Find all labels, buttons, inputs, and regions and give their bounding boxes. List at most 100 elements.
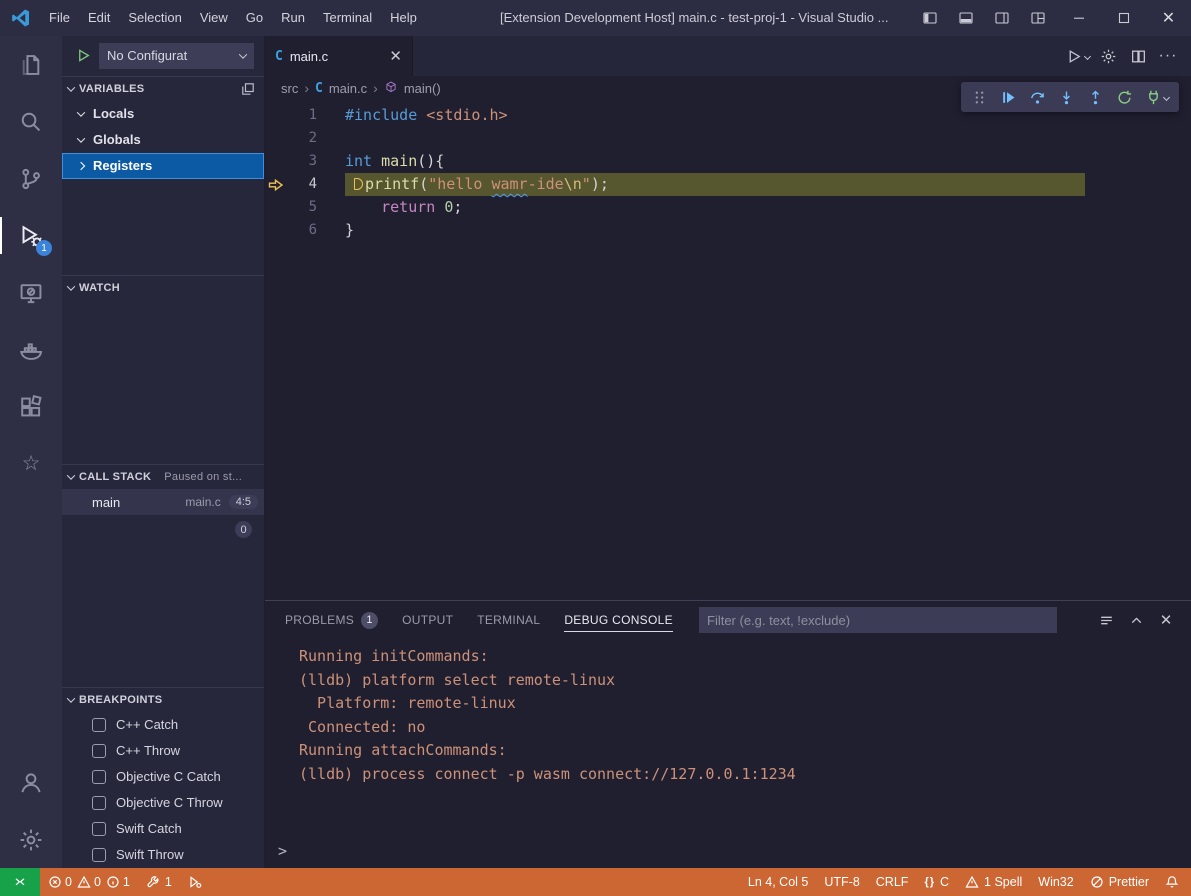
restart-button[interactable]	[1110, 83, 1138, 111]
variables-section-header[interactable]: VARIABLES	[62, 77, 264, 101]
spell-checker-status[interactable]: 1 Spell	[957, 868, 1030, 896]
settings-button[interactable]	[0, 811, 62, 868]
code-line[interactable]: 2	[265, 127, 1191, 150]
call-stack-section-header[interactable]: CALL STACK Paused on st...	[62, 465, 264, 489]
activity-source-control[interactable]	[0, 150, 62, 207]
breakpoint-item[interactable]: Objective C Catch	[62, 764, 264, 790]
toggle-secondary-sidebar-button[interactable]	[984, 0, 1020, 36]
activity-star-extension[interactable]: ☆	[0, 435, 62, 492]
menu-go[interactable]: Go	[237, 0, 272, 36]
step-out-button[interactable]	[1081, 83, 1109, 111]
tab-close-icon[interactable]: ✕	[389, 47, 402, 65]
inline-breakpoint-marker[interactable]	[354, 178, 363, 190]
more-actions-button[interactable]: ···	[1155, 43, 1181, 69]
panel-tab-label: OUTPUT	[402, 613, 453, 627]
editor-settings-button[interactable]	[1095, 43, 1121, 69]
breadcrumb-file[interactable]: main.c	[329, 81, 367, 96]
minimize-button[interactable]	[1056, 0, 1101, 36]
menu-selection[interactable]: Selection	[119, 0, 190, 36]
breakpoint-label: Objective C Throw	[116, 795, 223, 810]
activity-extensions[interactable]	[0, 378, 62, 435]
breakpoints-section-header[interactable]: BREAKPOINTS	[62, 688, 264, 712]
debug-console-output[interactable]: Running initCommands:(lldb) platform sel…	[265, 639, 1191, 868]
call-stack-frame[interactable]: main main.c 4:5	[62, 489, 264, 515]
accounts-button[interactable]	[0, 754, 62, 811]
activity-docker[interactable]	[0, 321, 62, 378]
notifications-bell[interactable]	[1157, 868, 1191, 896]
breakpoint-item[interactable]: C++ Catch	[62, 712, 264, 738]
toolbar-drag-handle[interactable]	[965, 83, 993, 111]
breakpoint-checkbox[interactable]	[92, 848, 106, 862]
encoding-selector[interactable]: UTF-8	[816, 868, 867, 896]
variables-item-registers[interactable]: Registers	[62, 153, 264, 179]
tab-main-c[interactable]: C main.c ✕	[265, 36, 413, 76]
breakpoint-checkbox[interactable]	[92, 822, 106, 836]
split-editor-button[interactable]	[1125, 43, 1151, 69]
console-input-prompt[interactable]: >	[278, 842, 287, 860]
remote-indicator[interactable]	[0, 868, 40, 896]
watch-section-header[interactable]: WATCH	[62, 276, 264, 300]
breakpoint-item[interactable]: Objective C Throw	[62, 790, 264, 816]
disconnect-button[interactable]	[1139, 83, 1175, 111]
variables-item-locals[interactable]: Locals	[62, 101, 264, 127]
close-panel-button[interactable]: ✕	[1153, 607, 1179, 633]
breakpoint-checkbox[interactable]	[92, 718, 106, 732]
breakpoint-checkbox[interactable]	[92, 796, 106, 810]
panel-tab-debug-console[interactable]: DEBUG CONSOLE	[564, 601, 673, 639]
step-over-button[interactable]	[1023, 83, 1051, 111]
menu-view[interactable]: View	[191, 0, 237, 36]
code-line[interactable]: 3int main(){	[265, 150, 1191, 173]
menu-terminal[interactable]: Terminal	[314, 0, 381, 36]
extensions-icon	[18, 394, 44, 420]
panel-tab-problems[interactable]: PROBLEMS1	[285, 601, 378, 639]
collapse-all-icon[interactable]	[240, 81, 256, 97]
breakpoint-item[interactable]: Swift Catch	[62, 816, 264, 842]
panel-tab-output[interactable]: OUTPUT	[402, 601, 453, 639]
platform-status[interactable]: Win32	[1030, 868, 1081, 896]
panel-tab-terminal[interactable]: TERMINAL	[477, 601, 540, 639]
step-into-button[interactable]	[1052, 83, 1080, 111]
activity-explorer[interactable]	[0, 36, 62, 93]
run-file-button[interactable]	[1065, 43, 1091, 69]
problems-status[interactable]: 0 0 1	[40, 868, 138, 896]
menu-file[interactable]: File	[40, 0, 79, 36]
debug-config-dropdown[interactable]: No Configurat	[99, 43, 254, 69]
variables-item-globals[interactable]: Globals	[62, 127, 264, 153]
cursor-position[interactable]: Ln 4, Col 5	[740, 868, 816, 896]
activity-search[interactable]	[0, 93, 62, 150]
output-actions-icon[interactable]	[1093, 607, 1119, 633]
toggle-sidebar-button[interactable]	[912, 0, 948, 36]
formatter-status[interactable]: Prettier	[1082, 868, 1157, 896]
breadcrumb-symbol[interactable]: main()	[404, 81, 441, 96]
maximize-button[interactable]	[1101, 0, 1146, 36]
code-editor[interactable]: 1#include <stdio.h>23int main(){4 printf…	[265, 100, 1191, 600]
breadcrumb-root[interactable]: src	[281, 81, 298, 96]
close-button[interactable]: ✕	[1146, 0, 1191, 36]
activity-remote-explorer[interactable]	[0, 264, 62, 321]
debug-status[interactable]	[180, 868, 210, 896]
toggle-panel-button[interactable]	[948, 0, 984, 36]
maximize-panel-button[interactable]	[1123, 607, 1149, 633]
breakpoint-label: C++ Throw	[116, 743, 180, 758]
console-filter-input[interactable]	[699, 607, 1057, 633]
menu-run[interactable]: Run	[272, 0, 314, 36]
c-file-icon: C	[315, 81, 323, 96]
tree-item-label: Globals	[93, 132, 141, 147]
breakpoint-item[interactable]: Swift Throw	[62, 842, 264, 868]
customize-layout-button[interactable]	[1020, 0, 1056, 36]
menu-help[interactable]: Help	[381, 0, 426, 36]
start-debugging-button[interactable]	[74, 47, 92, 65]
code-line[interactable]: 4 printf("hello wamr-ide\n");	[265, 173, 1191, 196]
tools-status[interactable]: 1	[138, 868, 180, 896]
breakpoint-checkbox[interactable]	[92, 744, 106, 758]
menu-edit[interactable]: Edit	[79, 0, 119, 36]
language-mode[interactable]: {}C	[916, 868, 957, 896]
eol-selector[interactable]: CRLF	[868, 868, 917, 896]
breakpoint-item[interactable]: C++ Throw	[62, 738, 264, 764]
code-line[interactable]: 5 return 0;	[265, 196, 1191, 219]
breakpoint-checkbox[interactable]	[92, 770, 106, 784]
debug-toolbar	[961, 82, 1179, 112]
activity-run-and-debug[interactable]: 1	[0, 207, 62, 264]
code-line[interactable]: 6}	[265, 219, 1191, 242]
continue-button[interactable]	[994, 83, 1022, 111]
